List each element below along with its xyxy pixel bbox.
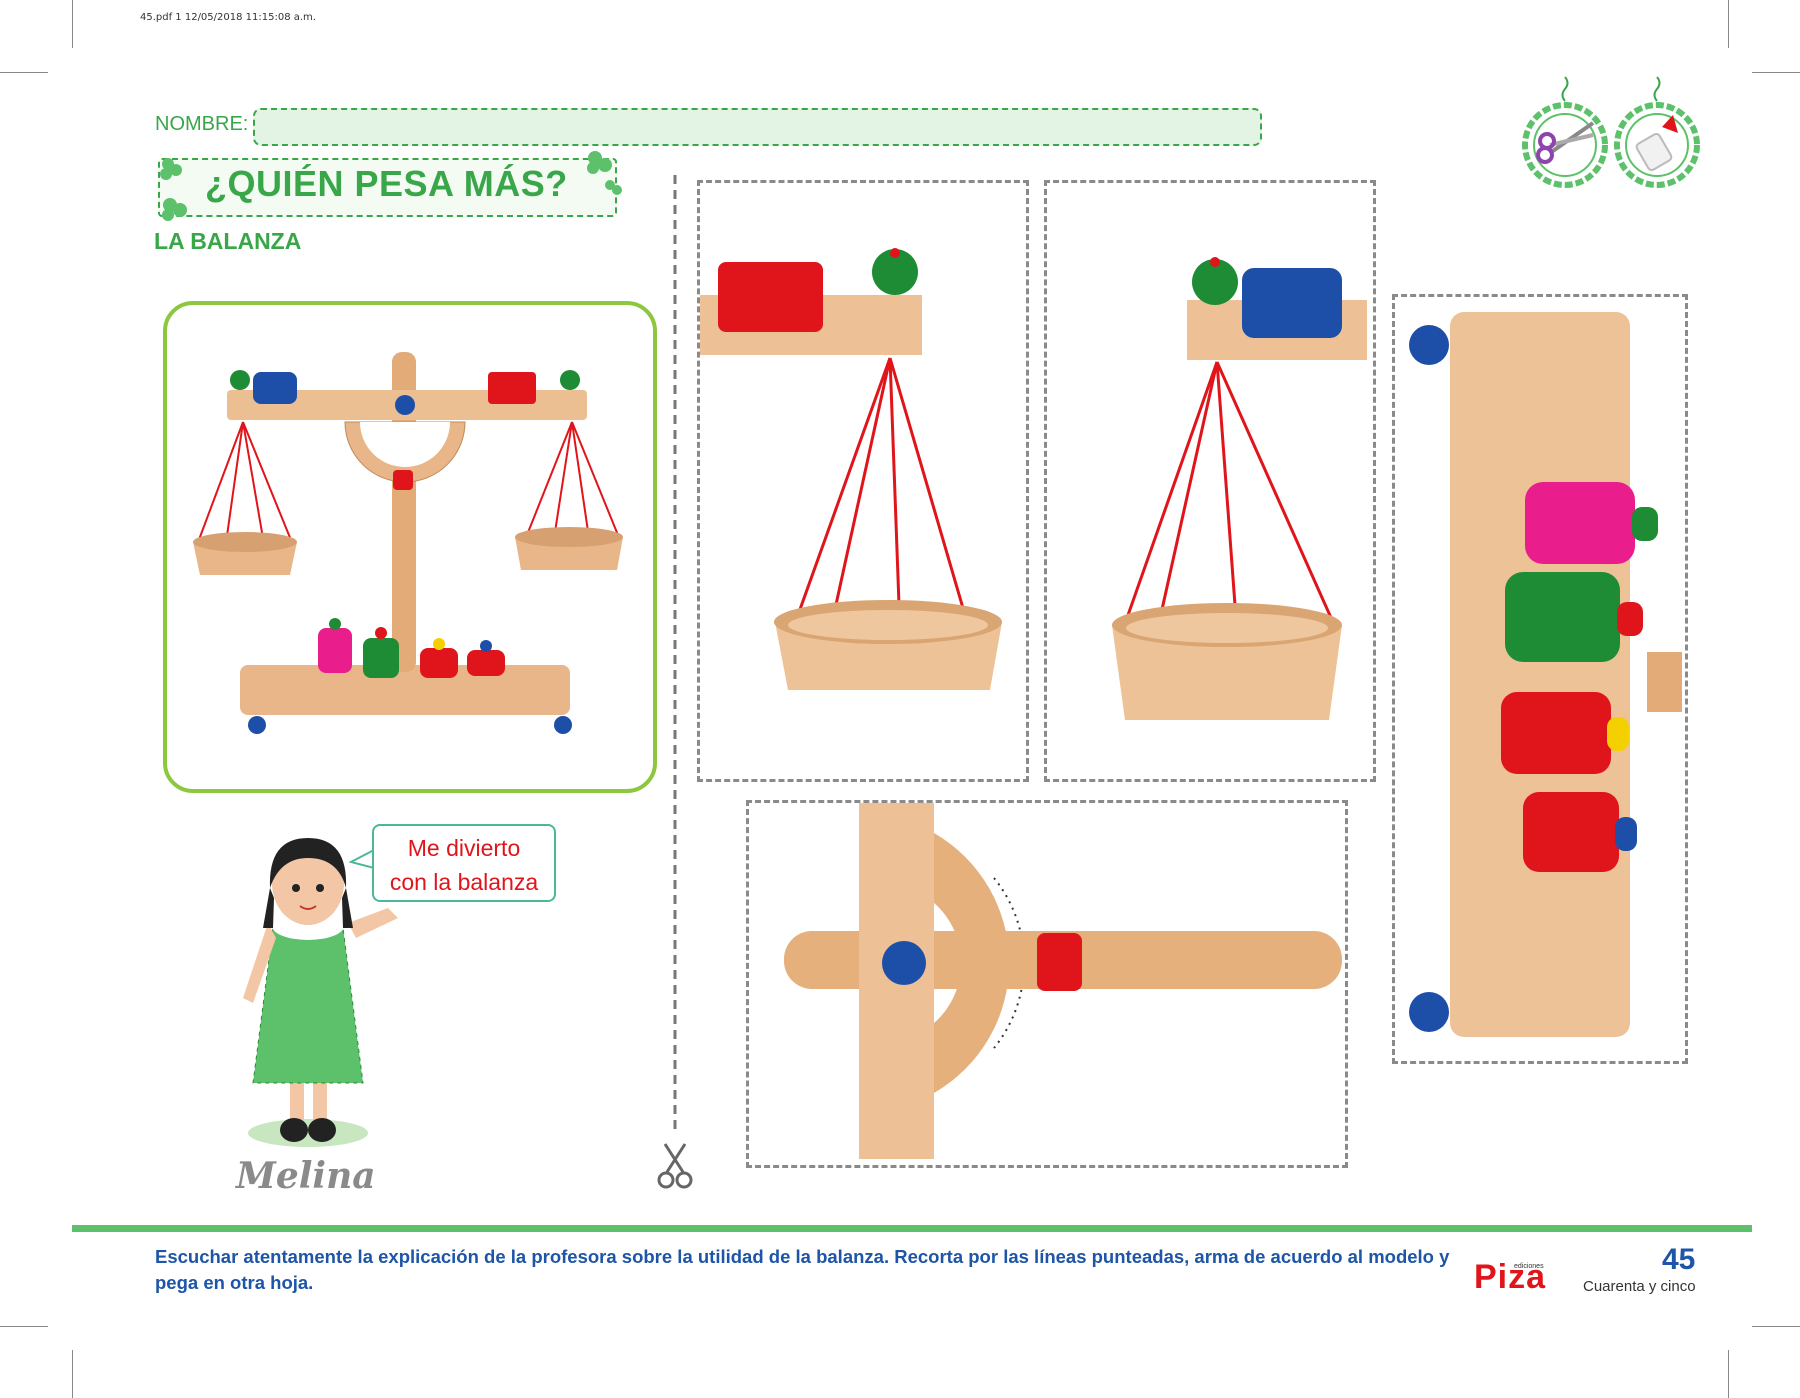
instructions: Escuchar atentamente la explicación de l… — [155, 1246, 1450, 1293]
base-image — [1409, 312, 1682, 1037]
crop-mark — [72, 1350, 73, 1398]
page-number: 45 — [1662, 1243, 1696, 1276]
worksheet-subtitle: LA BALANZA — [154, 228, 302, 254]
crop-mark — [72, 0, 73, 48]
crop-mark — [0, 1326, 48, 1327]
speech-line: Me divierto — [407, 835, 521, 861]
cut-line — [673, 175, 677, 1135]
crop-mark — [1752, 72, 1800, 73]
pillar-image — [784, 803, 1342, 1159]
glue-icon — [1614, 76, 1700, 188]
crop-mark — [1728, 0, 1729, 48]
character-name: Melina — [236, 1155, 376, 1197]
scissors-icon — [1522, 76, 1608, 188]
print-info: 45.pdf 1 12/05/2018 11:15:08 a.m. — [140, 12, 316, 23]
crop-mark — [1728, 1350, 1729, 1398]
left-pan-image — [700, 248, 1002, 690]
publisher-logo: Piza — [1474, 1258, 1547, 1296]
name-label: NOMBRE: — [155, 113, 249, 135]
speech-bubble: Me divierto con la balanza — [372, 824, 556, 902]
scissors-cut-icon — [657, 1143, 693, 1189]
tool-icons — [1522, 76, 1700, 188]
speech-line: con la balanza — [389, 869, 539, 895]
crop-mark — [1752, 1326, 1800, 1327]
right-pan-image — [1112, 257, 1367, 720]
page-number-words: Cuarenta y cinco — [1583, 1278, 1696, 1295]
balance-model-image — [193, 352, 623, 734]
crop-mark — [0, 72, 48, 73]
worksheet-title: ¿QUIÉN PESA MÁS? — [205, 163, 568, 204]
name-field[interactable] — [253, 108, 1262, 146]
footer-divider — [72, 1225, 1752, 1232]
